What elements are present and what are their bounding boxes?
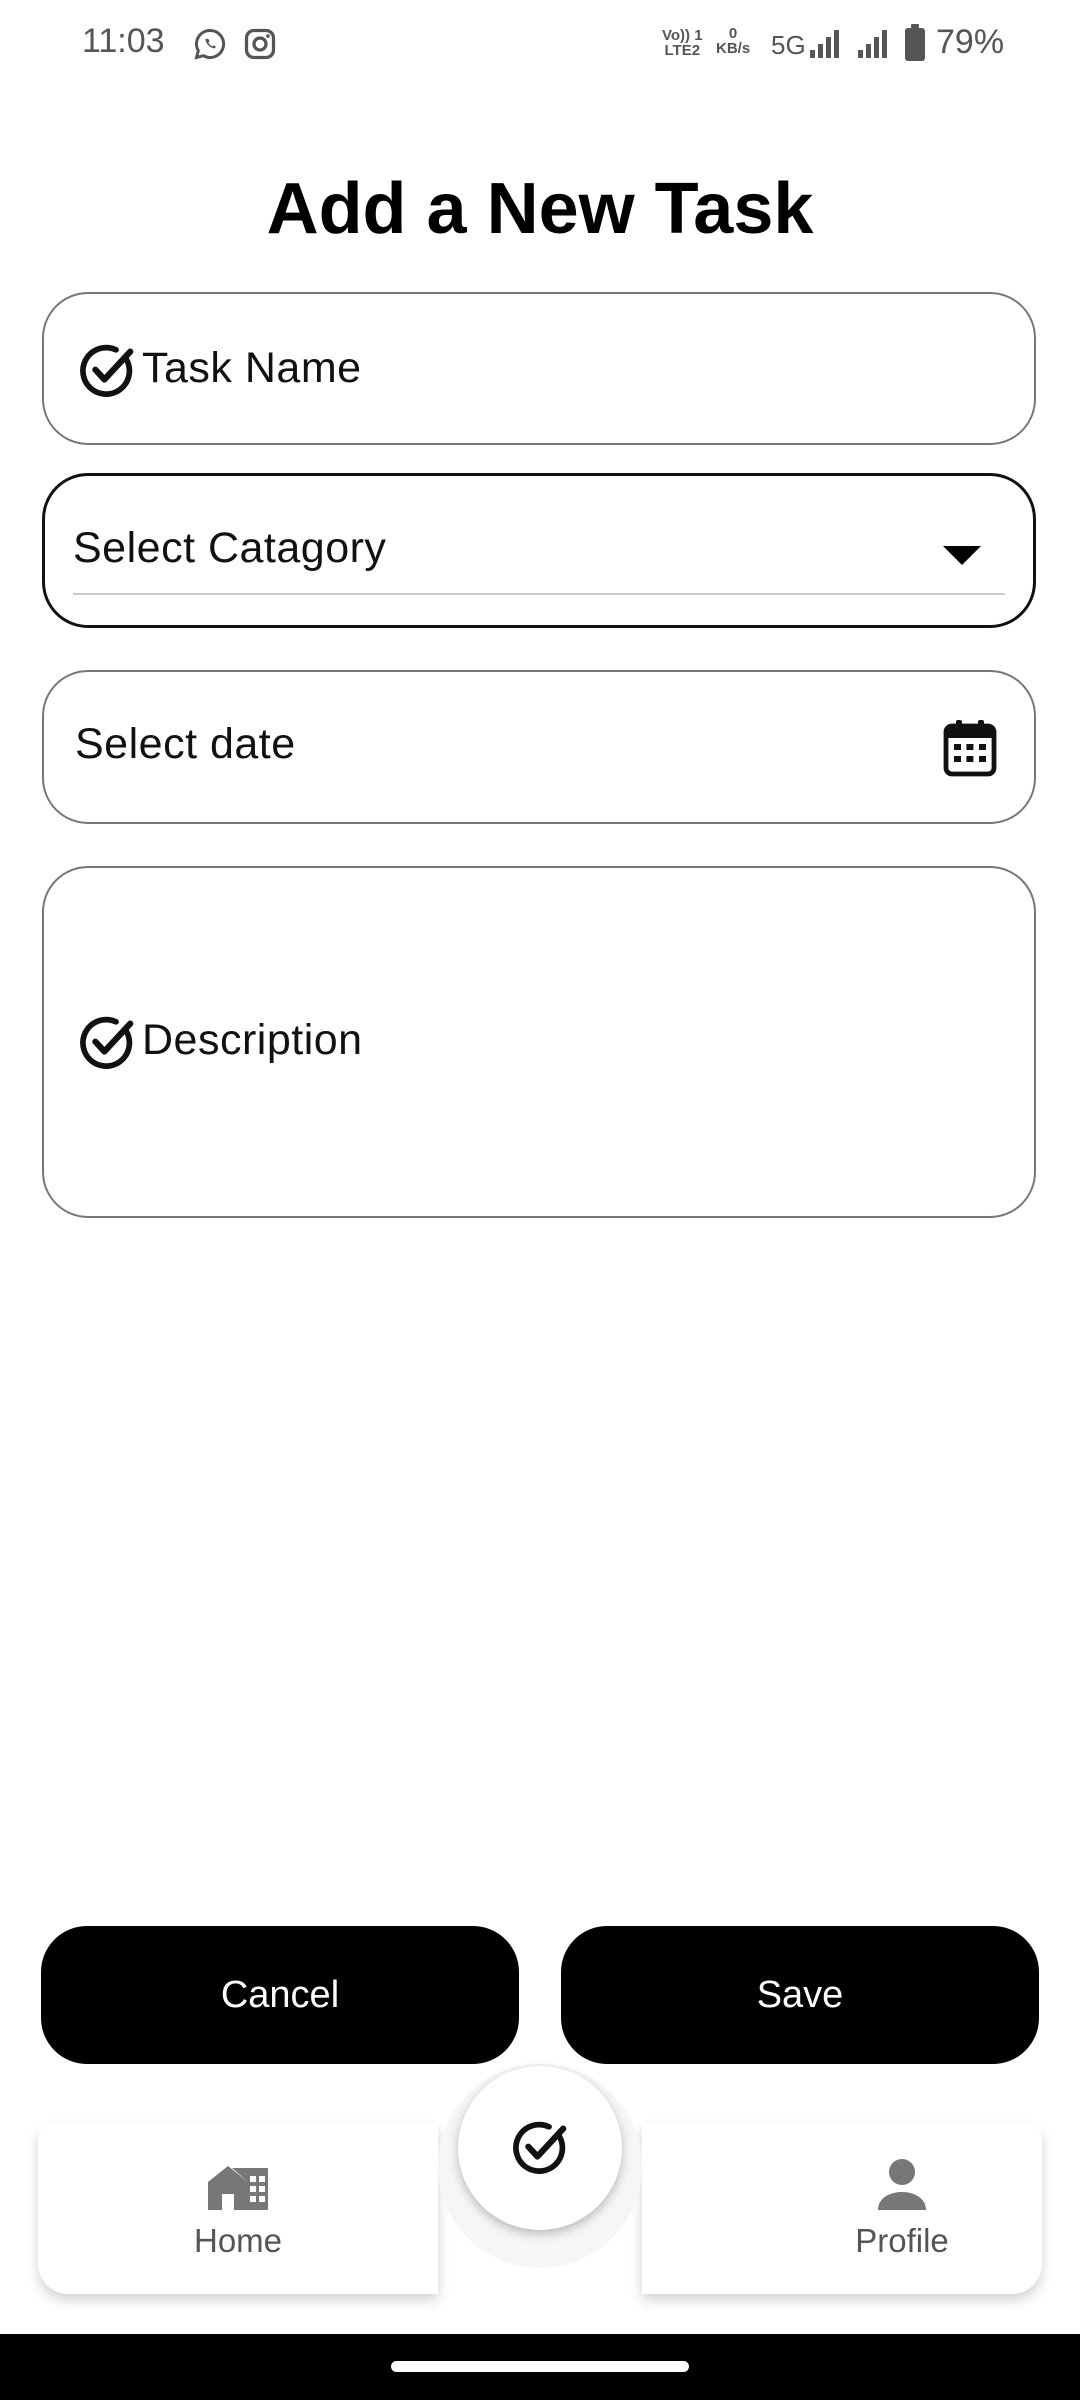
nav-home-label: Home [193, 2222, 283, 2259]
network-label-top: Vo)) 1 [662, 27, 703, 44]
network-label-bottom: LTE2 [664, 42, 701, 59]
dropdown-arrow-icon [943, 546, 981, 565]
date-field[interactable]: Select date [42, 670, 1036, 824]
person-icon [878, 2159, 926, 2210]
cancel-button[interactable]: Cancel [41, 1926, 519, 2064]
category-underline [73, 593, 1005, 595]
category-dropdown[interactable]: Select Catagory [42, 473, 1036, 628]
data-speed-value: 0 [728, 25, 738, 42]
status-bar: 11:03 Vo)) 1 LTE2 0 KB/s 5G 79% [0, 0, 1080, 90]
signal-icon [810, 30, 839, 58]
instagram-icon [244, 28, 276, 60]
battery-icon [905, 24, 925, 61]
category-placeholder: Select Catagory [73, 524, 387, 572]
check-circle-icon [513, 2121, 567, 2174]
date-placeholder: Select date [75, 720, 296, 768]
whatsapp-icon [194, 28, 226, 60]
network-type: 5G [771, 30, 806, 60]
data-speed: 0 KB/s [716, 26, 750, 56]
task-name-placeholder: Task Name [142, 344, 362, 392]
data-speed-unit: KB/s [716, 40, 751, 57]
status-time: 11:03 [82, 22, 165, 60]
nav-profile[interactable]: Profile [822, 2124, 982, 2294]
signal-icon [858, 30, 887, 58]
page-title: Add a New Task [266, 169, 814, 249]
network-indicator: Vo)) 1 LTE2 [662, 28, 703, 58]
home-icon [208, 2166, 268, 2210]
gesture-handle[interactable] [391, 2361, 689, 2372]
nav-home[interactable]: Home [158, 2124, 318, 2294]
description-placeholder: Description [142, 1016, 363, 1064]
save-button[interactable]: Save [561, 1926, 1039, 2064]
description-field[interactable]: Description [42, 866, 1036, 1218]
nav-profile-label: Profile [855, 2222, 949, 2259]
check-circle-icon [80, 344, 134, 397]
tasks-fab-button[interactable] [458, 2066, 622, 2230]
check-circle-icon [80, 1016, 134, 1069]
battery-percent: 79% [936, 23, 1005, 61]
calendar-icon[interactable] [942, 718, 998, 778]
task-name-field[interactable]: Task Name [42, 292, 1036, 445]
